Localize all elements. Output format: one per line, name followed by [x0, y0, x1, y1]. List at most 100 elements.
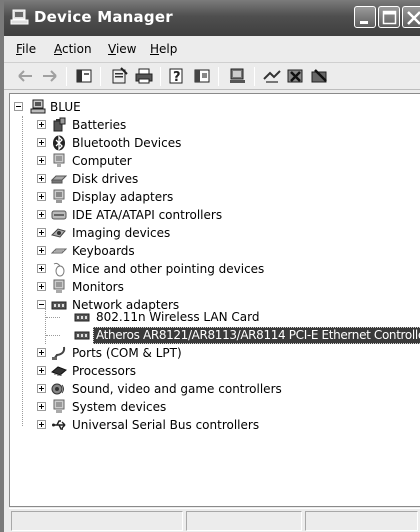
tree-connector	[22, 116, 23, 426]
expand-toggle[interactable]	[37, 264, 46, 273]
disable-icon[interactable]	[310, 67, 330, 85]
properties-icon[interactable]	[110, 67, 130, 85]
tree-item-computer[interactable]: Computer	[37, 153, 237, 170]
mouse-icon	[53, 262, 65, 277]
status-cell	[11, 511, 183, 531]
tree-item-label: Imaging devices	[72, 226, 171, 240]
expand-toggle[interactable]	[37, 402, 46, 411]
svg-text:?: ?	[173, 70, 181, 85]
tree-item-mice[interactable]: Mice and other pointing devices	[37, 261, 287, 278]
port-icon	[52, 346, 66, 360]
tree-item-batteries[interactable]: Batteries	[37, 117, 237, 134]
expand-toggle[interactable]	[37, 366, 46, 375]
battery-icon	[53, 117, 66, 132]
tree-item-label: Monitors	[72, 280, 124, 294]
menu-action[interactable]: Action	[54, 42, 92, 56]
camera-icon	[51, 228, 66, 238]
system-device-icon	[53, 399, 65, 413]
uninstall-icon[interactable]	[286, 67, 306, 85]
tree-item-disk-drives[interactable]: Disk drives	[37, 171, 237, 188]
scan-hardware-icon[interactable]	[228, 67, 248, 85]
print-icon[interactable]	[134, 67, 154, 85]
menu-bar: File Action View Help	[4, 36, 420, 63]
network-card-icon	[74, 331, 90, 340]
tree-item-label: Atheros AR8121/AR8113/AR8114 PCI-E Ether…	[93, 327, 420, 344]
toolbar-separator	[254, 67, 255, 86]
tree-item-sound-video[interactable]: Sound, video and game controllers	[37, 381, 287, 398]
tree-item-monitors[interactable]: Monitors	[37, 279, 237, 296]
toolbar: ?	[4, 63, 420, 90]
bluetooth-icon	[53, 135, 65, 151]
menu-view[interactable]: View	[108, 42, 136, 56]
collapse-toggle[interactable]	[14, 102, 23, 111]
expand-toggle[interactable]	[37, 192, 46, 201]
toolbar-separator	[218, 67, 219, 86]
menu-file[interactable]: File	[16, 42, 36, 56]
expand-toggle[interactable]	[37, 282, 46, 291]
expand-toggle[interactable]	[37, 228, 46, 237]
tree-item-ide-controllers[interactable]: IDE ATA/ATAPI controllers	[37, 207, 287, 224]
tree-item-processors[interactable]: Processors	[37, 363, 237, 380]
menu-action-accel: A	[54, 42, 62, 56]
tree-item-imaging-devices[interactable]: Imaging devices	[37, 225, 237, 242]
show-hide-icon[interactable]	[192, 67, 212, 85]
expand-toggle[interactable]	[37, 246, 46, 255]
close-icon	[407, 11, 420, 25]
tree-root-node[interactable]: BLUE	[14, 99, 134, 116]
status-bar	[9, 508, 420, 532]
collapse-toggle[interactable]	[37, 300, 46, 309]
expand-toggle[interactable]	[37, 420, 46, 429]
tree-item-label: Computer	[72, 154, 132, 168]
tree-item-ethernet-controller[interactable]: Atheros AR8121/AR8113/AR8114 PCI-E Ether…	[60, 327, 420, 344]
computer-root-icon	[30, 99, 46, 114]
keyboard-icon	[51, 248, 67, 254]
help-icon[interactable]: ?	[168, 67, 188, 85]
expand-toggle[interactable]	[37, 348, 46, 357]
expand-toggle[interactable]	[37, 384, 46, 393]
tree-item-label: Universal Serial Bus controllers	[72, 418, 260, 432]
title-bar[interactable]: Device Manager	[4, 0, 420, 36]
tree-item-ports[interactable]: Ports (COM & LPT)	[37, 345, 237, 362]
disk-drive-icon	[51, 175, 67, 184]
tree-item-display-adapters[interactable]: Display adapters	[37, 189, 237, 206]
maximize-button[interactable]	[378, 6, 400, 28]
device-manager-icon	[10, 9, 29, 25]
display-adapter-icon	[53, 189, 65, 203]
tree-item-usb-controllers[interactable]: Universal Serial Bus controllers	[37, 417, 287, 434]
network-card-icon	[74, 313, 90, 322]
forward-arrow-icon[interactable]	[40, 67, 60, 85]
tree-connector	[46, 317, 60, 318]
tree-item-label: Bluetooth Devices	[72, 136, 182, 150]
expand-toggle[interactable]	[37, 174, 46, 183]
close-button[interactable]	[402, 6, 420, 28]
menu-action-rest: ction	[62, 42, 92, 56]
tree-item-keyboards[interactable]: Keyboards	[37, 243, 237, 260]
tree-item-label: Ports (COM & LPT)	[72, 346, 182, 360]
expand-toggle[interactable]	[37, 156, 46, 165]
console-tree-icon[interactable]	[74, 67, 94, 85]
tree-item-bluetooth[interactable]: Bluetooth Devices	[37, 135, 237, 152]
tree-item-wireless-card[interactable]: 802.11n Wireless LAN Card	[60, 309, 280, 326]
menu-help[interactable]: Help	[150, 42, 177, 56]
menu-view-rest: iew	[115, 42, 137, 56]
menu-help-accel: H	[150, 42, 160, 56]
device-tree: BLUE Batteries Bluetooth Devices Compute…	[10, 94, 420, 504]
expand-toggle[interactable]	[37, 120, 46, 129]
back-arrow-icon[interactable]	[16, 67, 36, 85]
tree-item-label: Batteries	[72, 118, 127, 132]
tree-item-label: IDE ATA/ATAPI controllers	[72, 208, 223, 222]
tree-item-system-devices[interactable]: System devices	[37, 399, 237, 416]
tree-item-label: Sound, video and game controllers	[72, 382, 282, 396]
expand-toggle[interactable]	[37, 138, 46, 147]
tree-item-label: Processors	[72, 364, 137, 378]
minimize-button[interactable]	[354, 6, 376, 28]
menu-help-rest: elp	[159, 42, 178, 56]
expand-toggle[interactable]	[37, 210, 46, 219]
update-driver-icon[interactable]	[262, 67, 282, 85]
device-tree-pane[interactable]: BLUE Batteries Bluetooth Devices Compute…	[9, 93, 420, 507]
tree-connector	[46, 335, 60, 336]
toolbar-separator	[100, 67, 101, 86]
monitor-icon	[53, 279, 65, 293]
window-title: Device Manager	[34, 8, 173, 26]
tree-item-label: Mice and other pointing devices	[72, 262, 265, 276]
